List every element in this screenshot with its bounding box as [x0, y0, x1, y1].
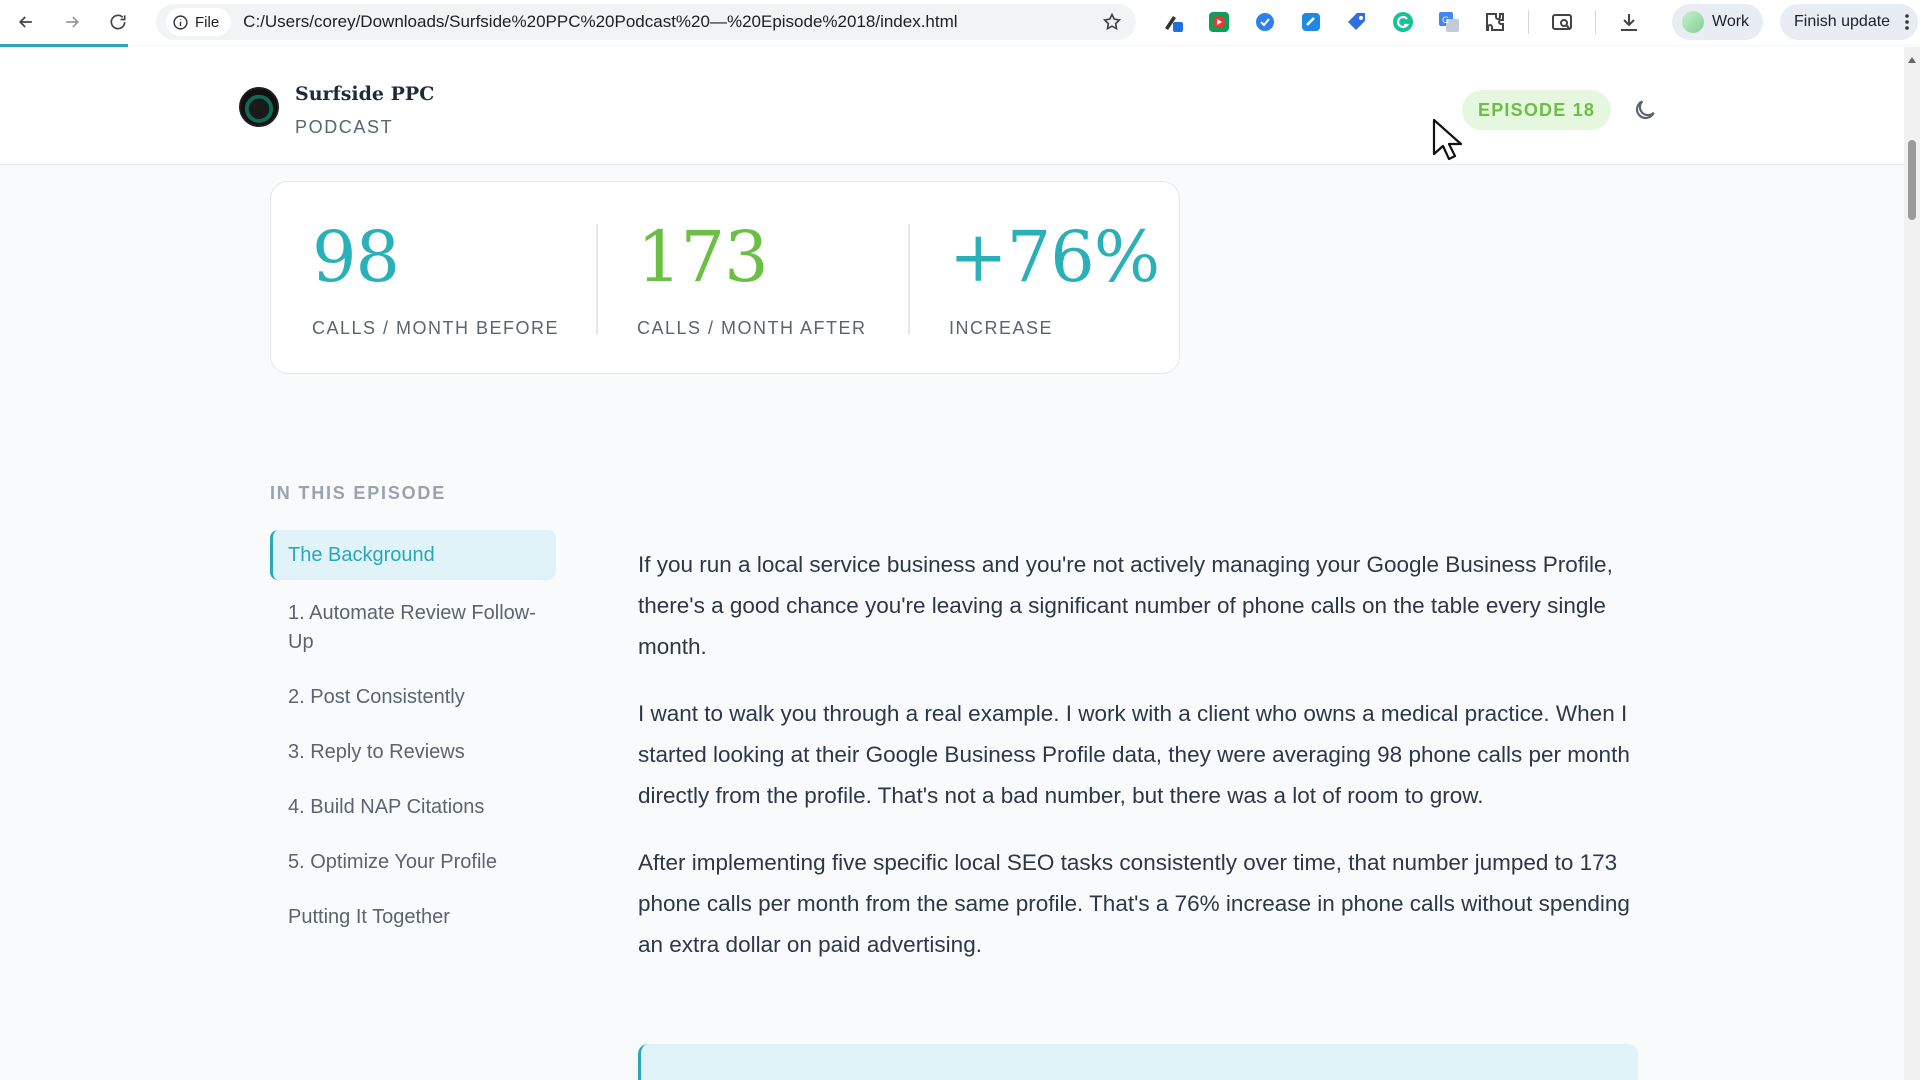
paragraph: If you run a local service business and … [638, 552, 1613, 659]
star-icon[interactable] [1102, 12, 1122, 32]
brand-name[interactable]: Surfside PPC [295, 83, 434, 105]
record-extension-icon [1209, 12, 1229, 32]
profile-avatar [1682, 11, 1704, 33]
tab-search-button[interactable] [1549, 9, 1575, 35]
scrollbar-thumb[interactable] [1908, 140, 1916, 220]
forward-button[interactable] [54, 4, 90, 40]
browser-toolbar: File C:/Users/corey/Downloads/Surfside%2… [0, 0, 1920, 44]
paragraph: I want to walk you through a real exampl… [638, 701, 1630, 808]
extensions-area: G [1160, 6, 1642, 38]
svg-text:G: G [1442, 16, 1449, 26]
profile-label: Work [1712, 13, 1750, 30]
paragraph: After implementing five specific local S… [638, 850, 1630, 957]
stat-after: 173 CALLS / MONTH AFTER [637, 222, 867, 339]
episode-badge: EPISODE 18 [1462, 90, 1612, 130]
stat-increase: +76% INCREASE [949, 216, 1160, 339]
kebab-menu-icon [1905, 14, 1909, 30]
stat-value: 98 [312, 216, 400, 298]
toc-item-background[interactable]: The Background [270, 530, 556, 580]
update-label: Finish update [1794, 13, 1891, 30]
brand-logo[interactable] [239, 87, 279, 127]
stat-label: CALLS / MONTH AFTER [637, 318, 867, 338]
shield-extension-icon [1302, 13, 1320, 31]
stat-divider [908, 224, 910, 334]
extensions-icon [1486, 13, 1504, 31]
extension-2[interactable] [1206, 9, 1232, 35]
extension-3[interactable] [1252, 9, 1278, 35]
scroll-up-arrow[interactable] [1908, 57, 1916, 63]
moon-icon[interactable] [1632, 97, 1658, 123]
info-icon [173, 14, 188, 30]
reload-button[interactable] [100, 4, 136, 40]
callout-box [638, 1044, 1638, 1080]
toc-item-putting-together[interactable]: Putting It Together [270, 903, 556, 932]
cursor-icon [1432, 118, 1463, 161]
site-header: Surfside PPC PODCAST EPISODE 18 [0, 47, 1904, 165]
stat-label: INCREASE [949, 318, 1054, 338]
site-info-chip[interactable]: File [166, 8, 232, 36]
translate-icon: G [1439, 12, 1459, 32]
url-text[interactable]: C:/Users/corey/Downloads/Surfside%20PPC%… [243, 12, 957, 32]
extension-6[interactable] [1390, 9, 1416, 35]
bottle-extension-icon [1165, 16, 1183, 32]
stat-value: 173 [637, 216, 769, 298]
extension-1[interactable] [1160, 9, 1186, 35]
reload-icon [110, 14, 126, 30]
toc-item-optimize-profile[interactable]: 5. Optimize Your Profile [270, 848, 556, 877]
stats-card: 98 CALLS / MONTH BEFORE 173 CALLS / MONT… [270, 181, 1180, 374]
toc-item-reply-reviews[interactable]: 3. Reply to Reviews [270, 738, 556, 767]
address-bar[interactable]: File C:/Users/corey/Downloads/Surfside%2… [156, 4, 1136, 40]
extension-4[interactable] [1298, 9, 1324, 35]
brand-subtitle: PODCAST [295, 117, 394, 137]
back-arrow-icon [18, 16, 32, 28]
extension-5[interactable] [1344, 9, 1370, 35]
article-body: If you run a local service business and … [638, 544, 1638, 991]
table-of-contents: The Background 1. Automate Review Follow… [270, 530, 556, 932]
back-button[interactable] [8, 4, 44, 40]
stat-label: CALLS / MONTH BEFORE [312, 318, 560, 338]
stat-divider [596, 224, 598, 334]
profile-button[interactable]: Work [1672, 4, 1764, 40]
toc-item-automate-review[interactable]: 1. Automate Review Follow-Up [270, 599, 556, 657]
toc-title: IN THIS EPISODE [270, 483, 447, 503]
toc-item-nap-citations[interactable]: 4. Build NAP Citations [270, 793, 556, 822]
file-label: File [195, 13, 220, 31]
toc-item-post-consistently[interactable]: 2. Post Consistently [270, 683, 556, 712]
grammarly-icon [1393, 12, 1413, 32]
stat-value: +76% [949, 216, 1160, 298]
tab-search-icon [1552, 14, 1572, 30]
finish-update-button[interactable]: Finish update [1780, 4, 1919, 40]
toolbar-separator [1528, 10, 1529, 34]
page-viewport: Surfside PPC PODCAST EPISODE 18 98 CALLS… [0, 47, 1904, 1080]
check-extension-icon [1256, 13, 1274, 31]
extension-7[interactable]: G [1436, 9, 1462, 35]
toolbar-separator [1595, 10, 1596, 34]
extensions-button[interactable] [1482, 9, 1508, 35]
tag-extension-icon [1348, 13, 1365, 30]
downloads-button[interactable] [1616, 9, 1642, 35]
forward-arrow-icon [66, 16, 80, 28]
stat-before: 98 CALLS / MONTH BEFORE [312, 222, 559, 339]
download-icon [1621, 14, 1637, 31]
